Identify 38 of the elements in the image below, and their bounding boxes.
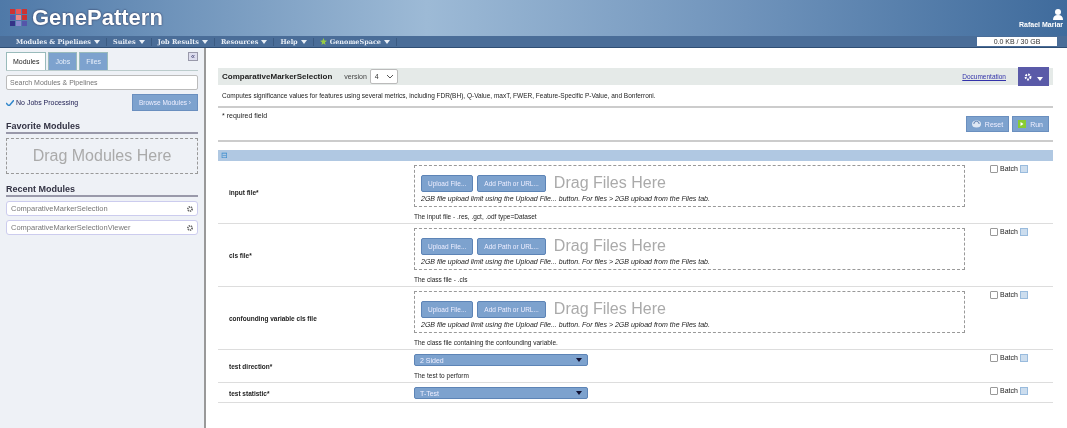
refresh-icon xyxy=(971,120,981,128)
batch-checkbox[interactable] xyxy=(990,165,998,173)
caret-icon xyxy=(93,39,100,44)
settings-menu-button[interactable] xyxy=(1018,67,1049,86)
star-icon xyxy=(319,38,327,45)
batch-checkbox[interactable] xyxy=(990,228,998,236)
help-icon[interactable] xyxy=(1019,387,1028,395)
drop-hint: Drag Files Here xyxy=(553,174,666,192)
batch-checkbox[interactable] xyxy=(990,354,998,362)
caret-icon xyxy=(138,39,145,44)
chevron-icon xyxy=(386,74,393,79)
caret-icon xyxy=(1037,77,1043,81)
logo-icon xyxy=(10,9,28,27)
gear-icon[interactable] xyxy=(187,205,193,212)
user-icon[interactable] xyxy=(1053,8,1063,20)
collapse-toggle[interactable]: ⊟ xyxy=(221,151,228,160)
drop-hint: Drag Files Here xyxy=(553,300,666,318)
batch-checkbox[interactable] xyxy=(990,387,998,395)
module-name: ComparativeMarkerSelection xyxy=(222,72,333,81)
batch-checkbox[interactable] xyxy=(990,291,998,299)
caret-icon xyxy=(300,39,307,44)
play-icon xyxy=(1018,120,1027,128)
caret-icon xyxy=(576,391,582,395)
help-icon[interactable] xyxy=(1019,228,1028,236)
caret-icon xyxy=(576,358,582,362)
section-heading: Recent Modules xyxy=(6,184,198,197)
caret-icon xyxy=(261,39,268,44)
settings-icon xyxy=(1024,72,1032,81)
check-icon xyxy=(6,99,14,106)
caret-icon xyxy=(384,39,390,44)
help-icon[interactable] xyxy=(1019,165,1028,173)
help-icon[interactable] xyxy=(1019,291,1028,299)
gear-icon[interactable] xyxy=(187,224,193,231)
logo-text: GenePattern xyxy=(32,5,163,31)
drop-hint: Drag Files Here xyxy=(553,237,666,255)
help-icon[interactable] xyxy=(1019,354,1028,362)
caret-icon xyxy=(201,39,208,44)
section-heading: Favorite Modules xyxy=(6,121,198,134)
